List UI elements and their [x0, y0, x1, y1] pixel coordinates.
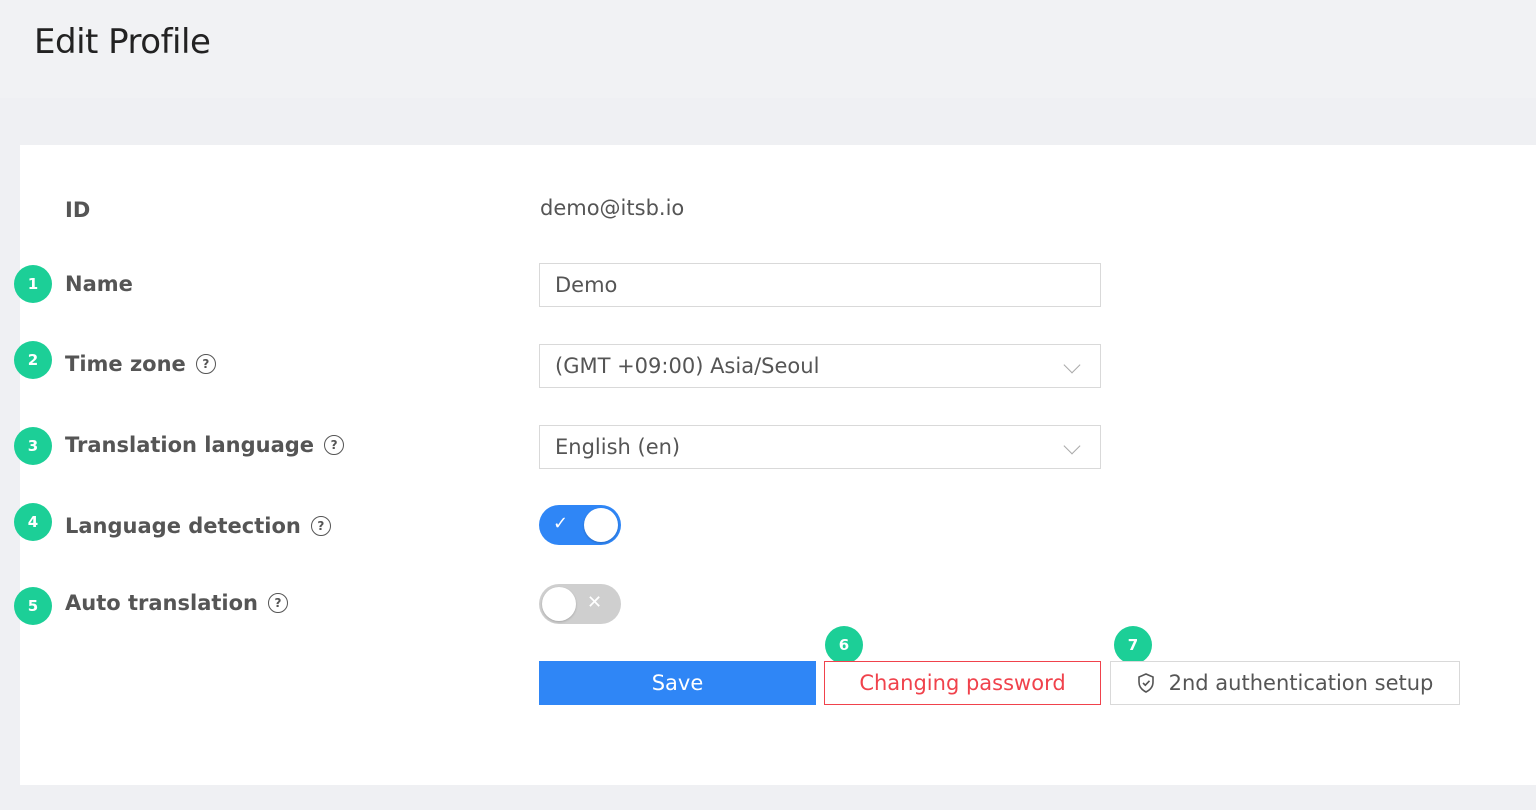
translation-language-select[interactable]: English (en)	[539, 425, 1101, 469]
second-auth-setup-label: 2nd authentication setup	[1168, 671, 1434, 695]
translation-language-value: English (en)	[555, 435, 681, 459]
language-detection-toggle[interactable]: ✓	[539, 505, 621, 545]
id-value: demo@itsb.io	[540, 196, 685, 220]
timezone-select[interactable]: (GMT +09:00) Asia/Seoul	[539, 344, 1101, 388]
page-header: Edit Profile	[0, 0, 1536, 98]
question-circle-icon[interactable]: ?	[267, 593, 288, 613]
shield-check-icon	[1137, 673, 1154, 693]
toggle-knob	[542, 587, 576, 621]
step-badge-6: 6	[825, 626, 863, 664]
chevron-down-icon	[1063, 437, 1081, 455]
step-badge-4: 4	[14, 503, 52, 541]
step-badge-2: 2	[14, 341, 52, 379]
chevron-down-icon	[1063, 356, 1081, 374]
step-badge-7: 7	[1114, 626, 1152, 664]
name-label: Name	[65, 272, 133, 296]
timezone-label: Time zone ?	[65, 352, 216, 376]
id-label: ID	[65, 198, 91, 222]
translation-language-label: Translation language ?	[65, 433, 345, 457]
auto-translation-label: Auto translation ?	[65, 591, 288, 615]
step-badge-3: 3	[14, 427, 52, 465]
step-badge-1: 1	[14, 265, 52, 303]
check-icon: ✓	[553, 513, 569, 534]
change-password-button[interactable]: Changing password	[824, 661, 1101, 705]
second-auth-setup-button[interactable]: 2nd authentication setup	[1110, 661, 1460, 705]
question-circle-icon[interactable]: ?	[195, 354, 216, 374]
save-button[interactable]: Save	[539, 661, 816, 705]
x-icon: ✕	[587, 592, 603, 613]
step-badge-5: 5	[14, 587, 52, 625]
question-circle-icon[interactable]: ?	[324, 435, 345, 455]
toggle-knob	[584, 508, 618, 542]
question-circle-icon[interactable]: ?	[310, 516, 331, 536]
auto-translation-toggle[interactable]: ✕	[539, 584, 621, 624]
page-title: Edit Profile	[34, 22, 211, 62]
language-detection-label: Language detection ?	[65, 514, 331, 538]
name-input[interactable]	[539, 263, 1101, 307]
timezone-value: (GMT +09:00) Asia/Seoul	[555, 354, 820, 378]
